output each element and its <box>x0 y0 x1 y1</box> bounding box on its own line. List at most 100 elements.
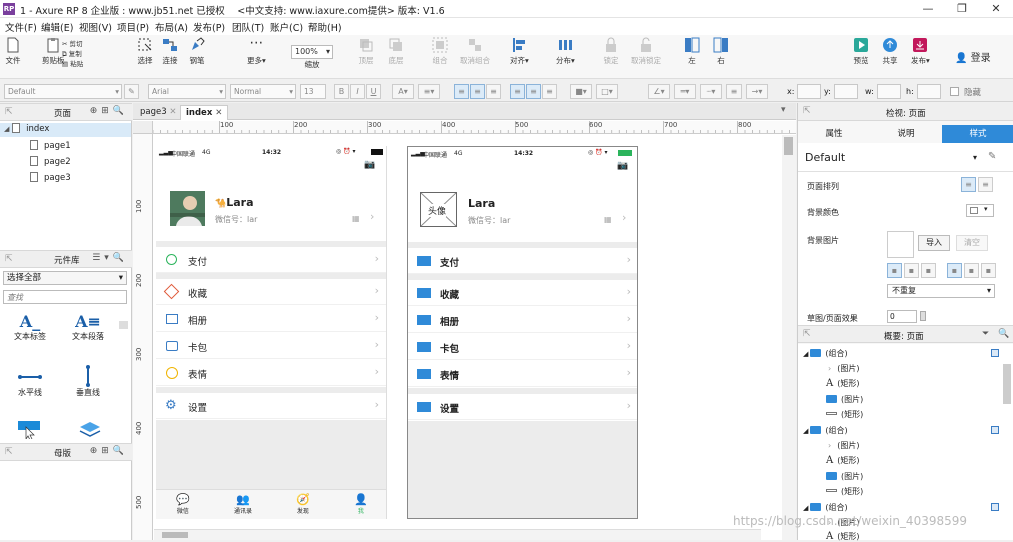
dynamic-panel-widget-icon[interactable] <box>78 421 102 442</box>
visibility-checkbox[interactable] <box>991 426 999 434</box>
font-size-select[interactable]: 13 <box>300 84 326 99</box>
unlock-button[interactable]: 取消锁定 <box>631 37 661 66</box>
w-field[interactable] <box>877 84 901 99</box>
menu-file[interactable]: 文件(F) <box>5 20 37 34</box>
menu-account[interactable]: 账户(C) <box>270 20 303 34</box>
font-family-select[interactable]: Arial ▾ <box>148 84 226 99</box>
phone-mockup-styled[interactable]: ▂▃▅ 中国联通 4G 14:32 ◎ ⏰ ▾ 📷 🐪Lara 微信号：lar … <box>156 146 387 519</box>
menu-team[interactable]: 团队(T) <box>232 20 264 34</box>
library-select[interactable]: 选择全部 ▾ <box>3 271 127 285</box>
tab-index[interactable]: index ✕ <box>180 105 229 120</box>
library-search-input[interactable] <box>3 290 127 304</box>
scrollbar-thumb[interactable] <box>119 321 128 329</box>
outline-group[interactable]: ◢ (组合) <box>803 425 848 436</box>
zoom-control[interactable]: 100% ▾ 缩放 <box>291 45 333 70</box>
image-valign-bottom[interactable]: ▪ <box>981 263 996 278</box>
library-panel-icons[interactable]: ☰▾🔍 <box>92 253 128 263</box>
chevron-right-icon[interactable]: › <box>828 441 831 450</box>
widget-text-paragraph[interactable]: A≡ 文本段落 <box>60 312 116 342</box>
zoom-select[interactable]: 100% ▾ <box>291 45 333 59</box>
menu-row-album[interactable]: 相册 › <box>156 306 386 332</box>
menu-row-stickers[interactable]: 表情 › <box>156 360 386 386</box>
outline-image[interactable]: › (图片) <box>828 363 859 374</box>
outline-group[interactable]: ◢ (组合) <box>803 348 848 359</box>
highlight-button[interactable]: ≡▾ <box>418 84 440 99</box>
lock-button[interactable]: 锁定 <box>603 37 619 66</box>
align-left-page-button[interactable]: ≡ <box>961 177 976 192</box>
tab-wechat[interactable]: 💬 微信 <box>176 493 190 515</box>
outline-rect-line[interactable]: (矩形) <box>826 486 863 497</box>
horizontal-scrollbar[interactable] <box>154 529 761 540</box>
menu-row-cards[interactable]: 卡包 › <box>408 334 637 360</box>
italic-button[interactable]: I <box>350 84 365 99</box>
menu-row-settings[interactable]: ⚙ 设置 › <box>156 393 386 419</box>
menu-row-album[interactable]: 相册 › <box>408 307 637 333</box>
horizontal-scrollbar-thumb[interactable] <box>162 532 188 538</box>
distribute-button[interactable]: 分布▾ <box>556 37 575 66</box>
style-name[interactable]: Default <box>805 151 845 164</box>
file-button[interactable]: 文件 <box>5 37 21 66</box>
bg-color-picker[interactable]: ▾ <box>966 204 994 217</box>
collapse-icon[interactable]: ⇱ <box>803 106 811 116</box>
menu-project[interactable]: 项目(P) <box>117 20 149 34</box>
menu-row-cards[interactable]: 卡包 › <box>156 333 386 359</box>
page-item-index[interactable]: ◢ index <box>0 123 131 137</box>
visibility-checkbox[interactable] <box>991 503 999 511</box>
bg-image-preview[interactable] <box>887 231 914 258</box>
image-valign-middle[interactable]: ▪ <box>964 263 979 278</box>
align-center-button[interactable]: ≡ <box>470 84 485 99</box>
menu-view[interactable]: 视图(V) <box>79 20 112 34</box>
style-settings-icon[interactable]: ✎ <box>124 84 139 99</box>
group-button[interactable]: 组合 <box>432 37 448 66</box>
login-button[interactable]: 👤 登录 <box>955 49 991 64</box>
bold-button[interactable]: B <box>334 84 349 99</box>
collapse-icon[interactable]: ⇱ <box>5 254 13 264</box>
outline-rect-line[interactable]: (矩形) <box>826 409 863 420</box>
publish-button[interactable]: 发布▾ <box>911 37 930 66</box>
chevron-right-icon[interactable]: › <box>828 364 831 373</box>
connect-tool[interactable]: 连接 <box>162 37 178 66</box>
tab-notes[interactable]: 说明 <box>870 125 942 143</box>
style-select[interactable]: Default ▾ <box>4 84 122 99</box>
avatar-placeholder[interactable]: 头像 <box>420 192 457 227</box>
menu-help[interactable]: 帮助(H) <box>308 20 342 34</box>
import-button[interactable]: 导入 <box>918 235 950 251</box>
h-field[interactable] <box>917 84 941 99</box>
menu-layout[interactable]: 布局(A) <box>155 20 188 34</box>
camera-icon[interactable]: 📷 <box>364 160 375 170</box>
chevron-down-icon[interactable]: ▾ <box>973 153 977 162</box>
font-weight-select[interactable]: Normal ▾ <box>230 84 296 99</box>
page-item-page1[interactable]: page1 <box>30 140 71 151</box>
close-icon[interactable]: ✕ <box>215 108 222 118</box>
align-button[interactable]: 对齐▾ <box>510 37 529 66</box>
menu-row-pay[interactable]: 支付 › <box>156 247 386 273</box>
arrow-style-button[interactable]: ≡ <box>726 84 742 99</box>
tab-page3[interactable]: page3 ✕ <box>135 105 181 120</box>
bring-to-top-button[interactable]: 顶层 <box>358 37 374 66</box>
tab-style[interactable]: 样式 <box>942 125 1013 143</box>
vertical-scrollbar[interactable] <box>782 135 796 540</box>
widget-vertical-line[interactable]: 垂直线 <box>60 365 116 398</box>
select-tool[interactable]: 选择 <box>137 37 153 66</box>
tab-discover[interactable]: 🧭 发现 <box>296 493 310 515</box>
image-align-right[interactable]: ▪ <box>921 263 936 278</box>
page-item-page3[interactable]: page3 <box>30 172 71 183</box>
menu-row-pay[interactable]: 支付 › <box>408 248 637 274</box>
qrcode-icon[interactable]: ▦ <box>604 215 612 224</box>
avatar[interactable] <box>170 191 205 226</box>
restore-icon[interactable]: ❐ <box>945 0 979 18</box>
clear-button[interactable]: 清空 <box>956 235 988 251</box>
fill-color-button[interactable]: ■▾ <box>570 84 592 99</box>
hidden-checkbox[interactable] <box>950 87 959 96</box>
cut-button[interactable]: ✂ 剪切 <box>62 39 83 49</box>
copy-button[interactable]: ⧉ 复制 <box>62 49 83 59</box>
menu-row-favorites[interactable]: 收藏 › <box>408 280 637 306</box>
align-left-button[interactable]: ≡ <box>454 84 469 99</box>
align-right-button[interactable]: ≡ <box>486 84 501 99</box>
repeat-select[interactable]: 不重复 ▾ <box>887 284 995 298</box>
expand-icon[interactable]: ◢ <box>803 350 808 358</box>
outline-rect-text[interactable]: A (矩形) <box>826 531 859 542</box>
outline-image[interactable]: (图片) <box>826 471 863 482</box>
collapse-icon[interactable]: ⇱ <box>803 329 811 339</box>
tab-contacts[interactable]: 👥 通讯录 <box>234 493 252 515</box>
